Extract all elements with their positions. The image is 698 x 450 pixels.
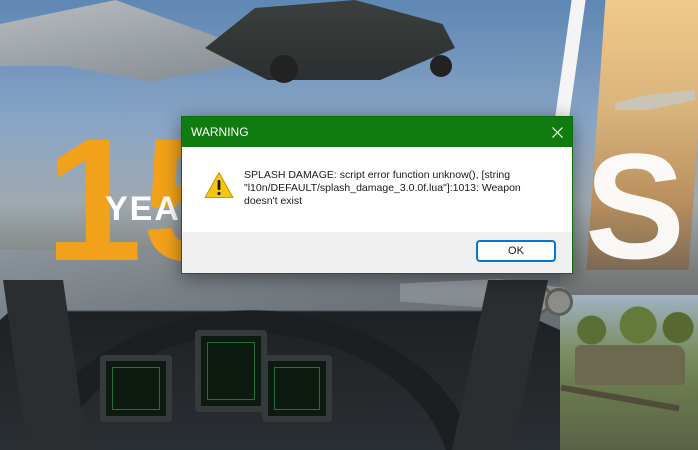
tank	[575, 345, 685, 385]
warning-dialog: WARNING SPLASH DAMAGE: script error func…	[181, 116, 573, 274]
trees	[565, 300, 698, 350]
dialog-body: SPLASH DAMAGE: script error function unk…	[182, 147, 572, 232]
warning-icon	[204, 172, 234, 198]
cockpit-display-center	[195, 330, 267, 412]
cockpit-display-left	[100, 355, 172, 422]
cockpit-display-right	[262, 355, 332, 422]
dialog-title: WARNING	[191, 125, 249, 139]
ok-button[interactable]: OK	[476, 240, 556, 262]
helicopter-wheel	[430, 55, 452, 77]
close-icon	[551, 126, 563, 138]
dialog-footer: OK	[182, 232, 572, 273]
dialog-message: SPLASH DAMAGE: script error function unk…	[244, 169, 521, 207]
banner-word: YEA	[105, 190, 181, 228]
dialog-titlebar[interactable]: WARNING	[182, 117, 572, 147]
close-button[interactable]	[542, 117, 572, 147]
banner-letter: S	[585, 122, 686, 290]
helicopter-wheel	[270, 55, 298, 83]
jet-nozzle	[545, 288, 573, 316]
